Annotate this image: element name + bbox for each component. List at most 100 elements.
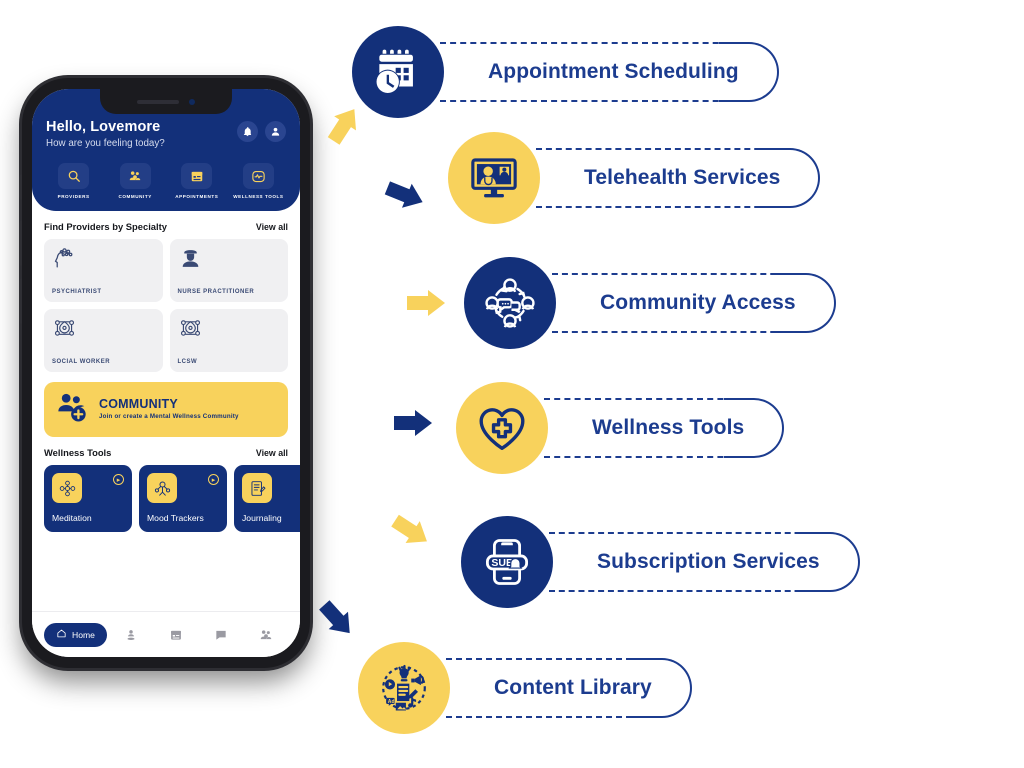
feature-content-library[interactable]: Ad Content Library <box>358 642 692 734</box>
chevron-right-icon[interactable]: ▸ <box>208 474 219 485</box>
calendar-clock-icon <box>352 26 444 118</box>
front-camera <box>189 98 195 105</box>
feature-label: Appointment Scheduling <box>488 60 739 83</box>
feature-subscription-services[interactable]: SUB Subscription Services <box>461 516 860 608</box>
tab-community[interactable] <box>245 628 288 642</box>
feature-pill: Subscription Services <box>539 532 860 592</box>
search-icon <box>58 163 90 189</box>
greeting-text: Hello, Lovemore <box>46 119 161 135</box>
nurse-icon <box>178 246 281 276</box>
phone-notch <box>100 89 232 114</box>
feature-label: Telehealth Services <box>584 166 781 189</box>
specialty-label: SOCIAL WORKER <box>52 359 111 365</box>
feature-label: Community Access <box>600 291 796 314</box>
feature-wellness-tools[interactable]: Wellness Tools <box>456 382 785 474</box>
tab-home[interactable]: Home <box>44 622 107 647</box>
tab-messages[interactable] <box>199 628 242 642</box>
quick-action-community[interactable]: COMMUNITY <box>108 163 163 199</box>
tab-home-label: Home <box>72 629 95 640</box>
phone-power-button <box>310 228 313 294</box>
wellness-view-all-link[interactable]: View all <box>256 448 288 458</box>
earpiece-speaker <box>137 99 179 104</box>
wellness-card-label: Meditation <box>52 513 92 523</box>
specialty-label: PSYCHIATRIST <box>52 289 102 295</box>
feature-label: Subscription Services <box>597 550 820 573</box>
connector-arrow-6 <box>315 596 360 642</box>
connector-arrow-3 <box>407 290 445 316</box>
chevron-right-icon[interactable]: ▸ <box>113 474 124 485</box>
subscribe-phone-icon: SUB <box>461 516 553 608</box>
specialty-label: LCSW <box>177 359 198 365</box>
specialty-grid: PSYCHIATRIST NURSE PRACTITIONER SOCIAL W… <box>44 239 288 372</box>
quick-action-label: APPOINTMENTS <box>175 194 219 199</box>
quick-action-label: WELLNESS TOOLS <box>233 194 284 199</box>
feature-appointment-scheduling[interactable]: Appointment Scheduling <box>352 26 779 118</box>
section-title: Find Providers by Specialty <box>44 221 167 232</box>
quick-action-label: PROVIDERS <box>57 194 90 199</box>
brain-head-icon <box>52 246 155 276</box>
specialty-label: NURSE PRACTITIONER <box>177 289 255 295</box>
bell-icon[interactable] <box>237 121 258 142</box>
section-title: Wellness Tools <box>44 447 112 458</box>
content-library-icon: Ad <box>358 642 450 734</box>
telehealth-monitor-icon <box>448 132 540 224</box>
quick-action-providers[interactable]: PROVIDERS <box>46 163 101 199</box>
specialty-section-header: Find Providers by Specialty View all <box>44 221 288 232</box>
svg-text:Ad: Ad <box>388 699 395 705</box>
community-add-icon <box>54 391 90 428</box>
home-icon <box>56 628 67 641</box>
quick-action-appointments[interactable]: APPOINTMENTS <box>169 163 224 199</box>
infographic-canvas: Hello, Lovemore How are you feeling toda… <box>0 0 1024 768</box>
quick-action-wellness-tools[interactable]: WELLNESS TOOLS <box>231 163 286 199</box>
wellness-card-label: Journaling <box>242 513 282 523</box>
feature-pill: Wellness Tools <box>534 398 785 458</box>
support-network-icon <box>52 316 155 346</box>
connector-arrow-2 <box>383 176 428 215</box>
phone-screen: Hello, Lovemore How are you feeling toda… <box>32 89 300 657</box>
wellness-card-journaling[interactable]: ▸ Journaling <box>234 465 300 532</box>
phone-mute-switch <box>19 174 22 200</box>
wellness-card-meditation[interactable]: ▸ Meditation <box>44 465 132 532</box>
specialty-card-nurse-practitioner[interactable]: NURSE PRACTITIONER <box>169 239 288 302</box>
tab-providers[interactable] <box>109 628 152 642</box>
meditation-icon <box>52 473 82 503</box>
specialty-card-social-worker[interactable]: SOCIAL WORKER <box>44 309 163 372</box>
app-content: Find Providers by Specialty View all PSY… <box>32 211 300 532</box>
tab-appointments[interactable] <box>154 628 197 642</box>
feature-pill: Appointment Scheduling <box>430 42 779 102</box>
wellness-card-label: Mood Trackers <box>147 513 204 523</box>
community-banner-title: COMMUNITY <box>99 397 178 411</box>
feature-pill: Content Library <box>436 658 692 718</box>
quick-action-row: PROVIDERS COMMUNITY APPOINTMENTS WELLNES… <box>46 163 286 199</box>
community-network-icon <box>464 257 556 349</box>
feature-label: Wellness Tools <box>592 416 745 439</box>
bottom-navigation: Home <box>32 611 300 657</box>
support-network-icon <box>178 316 281 346</box>
community-group-icon <box>119 163 151 189</box>
feature-label: Content Library <box>494 676 652 699</box>
pulse-icon <box>242 163 274 189</box>
connector-arrow-5 <box>388 510 435 553</box>
quick-action-label: COMMUNITY <box>118 194 152 199</box>
feature-telehealth-services[interactable]: Telehealth Services <box>448 132 821 224</box>
journal-icon <box>242 473 272 503</box>
specialty-card-psychiatrist[interactable]: PSYCHIATRIST <box>44 239 163 302</box>
feature-community-access[interactable]: Community Access <box>464 257 836 349</box>
feature-pill: Community Access <box>542 273 836 333</box>
heart-cross-icon <box>456 382 548 474</box>
phone-mockup: Hello, Lovemore How are you feeling toda… <box>19 78 313 668</box>
wellness-card-mood-trackers[interactable]: ▸ Mood Trackers <box>139 465 227 532</box>
phone-volume-down-button <box>19 278 22 324</box>
connector-arrow-4 <box>394 410 432 436</box>
calendar-icon <box>181 163 213 189</box>
user-icon[interactable] <box>265 121 286 142</box>
wellness-section-header: Wellness Tools View all <box>44 447 288 458</box>
mood-tracker-icon <box>147 473 177 503</box>
community-banner-subtitle: Join or create a Mental Wellness Communi… <box>99 413 239 420</box>
greeting-subtitle: How are you feeling today? <box>46 138 165 149</box>
community-banner[interactable]: COMMUNITY Join or create a Mental Wellne… <box>44 382 288 437</box>
specialty-view-all-link[interactable]: View all <box>256 222 288 232</box>
wellness-card-row: ▸ Meditation ▸ Mood Trackers Journaling <box>44 465 300 532</box>
feature-pill: Telehealth Services <box>526 148 821 208</box>
specialty-card-lcsw[interactable]: LCSW <box>169 309 288 372</box>
